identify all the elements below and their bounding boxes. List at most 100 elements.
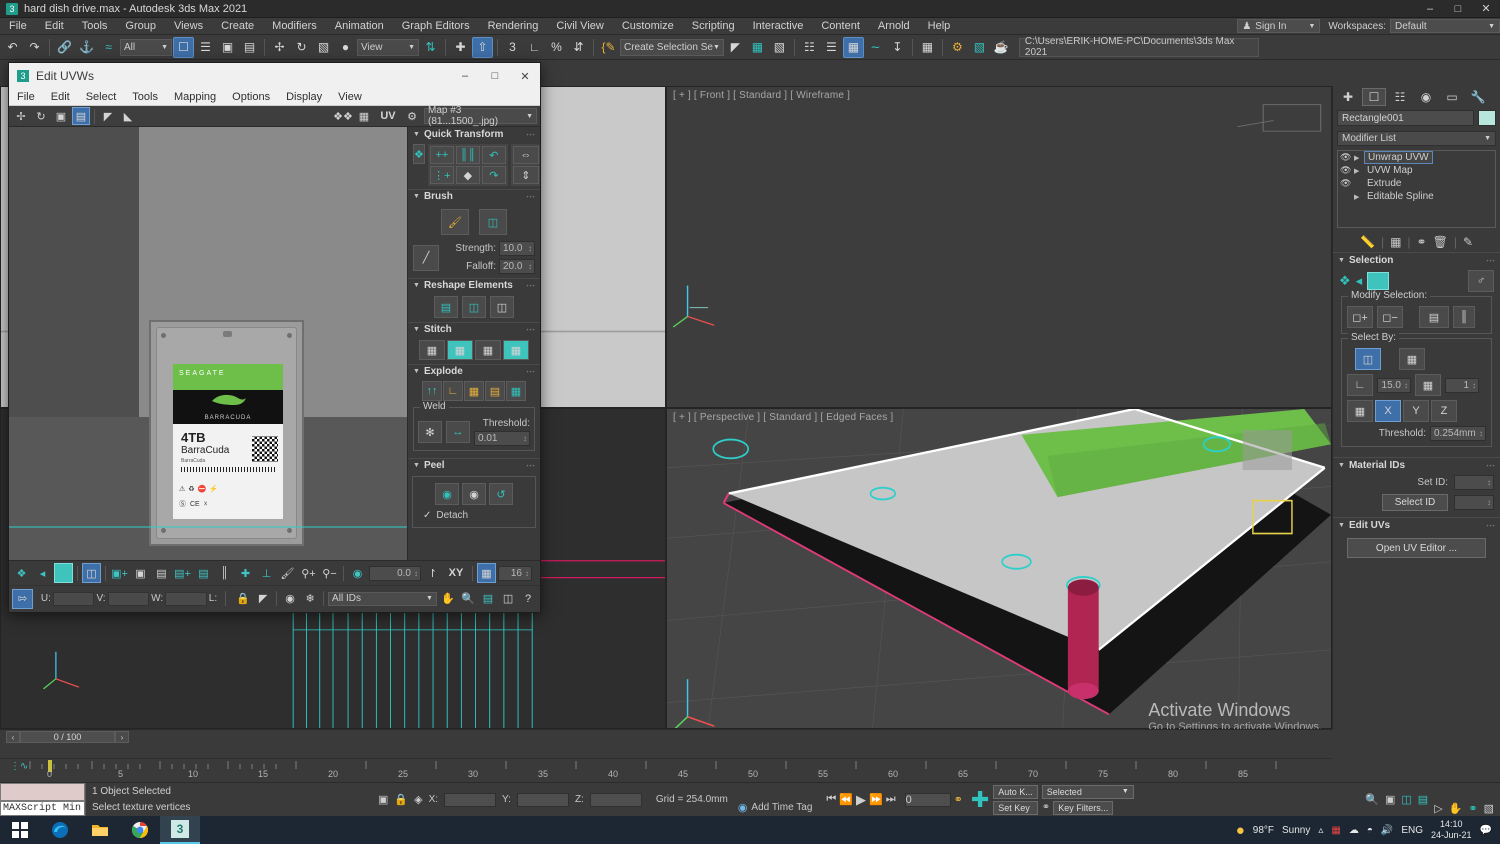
modifier-stack-item-uvw-map[interactable]: 👁 ▶ UVW Map xyxy=(1338,164,1495,177)
map-select[interactable]: Map #3 (81...1500_.jpg) ▼ xyxy=(424,105,537,127)
minimize-button[interactable]: – xyxy=(1416,0,1444,18)
absolute-mode-icon[interactable]: ◈ xyxy=(414,793,422,806)
menu-item-animation[interactable]: Animation xyxy=(326,18,393,35)
z-field[interactable] xyxy=(589,792,642,807)
grow-selection-icon[interactable]: ▣+ xyxy=(110,563,129,583)
align-bottom-icon[interactable]: ⊥ xyxy=(257,563,276,583)
menu-item-content[interactable]: Content xyxy=(812,18,869,35)
x-field[interactable] xyxy=(444,792,497,807)
object-color-swatch[interactable] xyxy=(1478,110,1496,126)
rotate-gizmo-icon[interactable]: ◉ xyxy=(348,563,367,583)
select-by-polygon-icon[interactable]: ▦ xyxy=(1399,348,1425,370)
go-to-end-icon[interactable]: ⏭ xyxy=(886,793,896,806)
display-tab[interactable]: ▭ xyxy=(1440,88,1464,106)
zoom-region-icon[interactable]: ▤ xyxy=(479,589,497,609)
scene-explorer-icon[interactable]: ☰ xyxy=(821,37,842,58)
horizontal-align-icon[interactable]: ✚ xyxy=(236,563,255,583)
maximize-viewport-icon[interactable]: ▧ xyxy=(1484,802,1494,815)
element-subobject-icon[interactable]: ◫ xyxy=(82,563,101,583)
paint-move-brush-icon[interactable]: 🖌 xyxy=(441,209,469,235)
face-subobject-icon[interactable] xyxy=(54,563,73,583)
select-id-field[interactable] xyxy=(1454,495,1494,510)
face-subobject-icon[interactable] xyxy=(1367,272,1390,290)
axis-x-button[interactable]: X xyxy=(1375,400,1401,422)
curve-editor-icon[interactable]: ∼ xyxy=(865,37,886,58)
rollup-selection-header[interactable]: ▼ Selection ⋯ xyxy=(1333,253,1500,267)
menu-item-customize[interactable]: Customize xyxy=(613,18,683,35)
u-field[interactable] xyxy=(52,591,95,606)
material-id-value[interactable]: 1 xyxy=(1445,377,1479,393)
select-and-scale-icon[interactable]: ▧ xyxy=(313,37,334,58)
pan-icon[interactable]: ✋ xyxy=(439,589,457,609)
weld-threshold-value[interactable]: 0.01 xyxy=(474,431,530,446)
dialog-minimize-button[interactable]: – xyxy=(450,63,480,89)
key-filter-select[interactable]: Selected ▼ xyxy=(1041,784,1134,799)
select-and-manipulate-icon[interactable]: ⇧ xyxy=(472,36,493,58)
uv-rollup-reshape-header[interactable]: ▼ Reshape Elements ⋯ xyxy=(408,278,540,292)
dialog-close-button[interactable]: ✕ xyxy=(510,63,540,89)
show-end-result-icon[interactable]: ▦ xyxy=(1390,235,1401,249)
map-options-icon[interactable]: ⚙ xyxy=(403,107,421,125)
select-by-name-icon[interactable]: ☰ xyxy=(195,37,216,58)
edge-subobject-icon[interactable]: ◂ xyxy=(33,563,52,583)
detach-checkbox[interactable]: ✓ xyxy=(423,510,431,521)
select-by-material-id-icon[interactable]: ▦ xyxy=(1415,374,1441,396)
track-bar[interactable]: ⋮∿ 0 5 10 15 20 25 30 35 40 45 50 55 60 … xyxy=(0,758,1332,782)
threshold-value[interactable]: 0.254mm xyxy=(1430,426,1486,441)
shrink-selection-icon[interactable]: ◻− xyxy=(1377,306,1403,328)
absolute-relative-toggle-icon[interactable]: ⇰ xyxy=(12,588,33,609)
uv-rollup-brush-header[interactable]: ▼ Brush ⋯ xyxy=(408,189,540,203)
brush-decrease-icon[interactable]: ⚲− xyxy=(320,563,339,583)
break-icon[interactable]: ↑↑ xyxy=(422,381,442,401)
help-icon[interactable]: ? xyxy=(519,589,537,609)
menu-item-civil-view[interactable]: Civil View xyxy=(547,18,612,35)
spinner-snap-icon[interactable]: ⇵ xyxy=(568,37,589,58)
menu-item-scripting[interactable]: Scripting xyxy=(683,18,744,35)
zoom-icon[interactable]: 🔍 xyxy=(459,589,477,609)
menu-item-arnold[interactable]: Arnold xyxy=(869,18,919,35)
prev-frame-button[interactable]: ‹ xyxy=(6,731,20,743)
axis-y-button[interactable]: Y xyxy=(1403,400,1429,422)
next-frame-icon[interactable]: ⏩ xyxy=(869,793,883,806)
menu-item-group[interactable]: Group xyxy=(116,18,165,35)
layer-explorer-icon[interactable]: ☷ xyxy=(799,37,820,58)
motion-tab[interactable]: ◉ xyxy=(1414,88,1438,106)
axis-z-button[interactable]: Z xyxy=(1431,400,1457,422)
open-uv-editor-button[interactable]: Open UV Editor ... xyxy=(1347,538,1486,558)
current-frame-display[interactable]: 0 / 100 xyxy=(20,731,115,743)
workspaces-select[interactable]: Default ▼ xyxy=(1390,19,1500,33)
make-unique-icon[interactable]: ⚭ xyxy=(1417,235,1427,249)
y-field[interactable] xyxy=(516,792,569,807)
material-editor-icon[interactable]: ▦ xyxy=(917,37,938,58)
next-frame-button[interactable]: › xyxy=(115,731,129,743)
expand-arrow-icon[interactable]: ▶ xyxy=(1354,154,1361,162)
arc-icon[interactable]: ↾ xyxy=(423,563,442,583)
rotate-icon[interactable]: ↻ xyxy=(32,107,50,125)
rotate-ccw-icon[interactable]: ↶ xyxy=(481,146,506,164)
configure-modifier-sets-icon[interactable]: ✎ xyxy=(1463,235,1473,249)
relax-element-icon[interactable]: ◫ xyxy=(462,296,486,318)
select-and-place-icon[interactable]: ● xyxy=(335,37,356,58)
break-by-element-icon[interactable]: ▦ xyxy=(464,381,484,401)
rectangular-select-icon[interactable]: ▣ xyxy=(217,37,238,58)
grow-selection-icon[interactable]: ◻+ xyxy=(1347,306,1373,328)
freeform-mode-icon[interactable]: ▤ xyxy=(72,107,90,125)
straighten-icon[interactable]: ▤ xyxy=(434,296,458,318)
set-id-field[interactable] xyxy=(1454,475,1494,490)
paint-select-icon[interactable]: 🖌 xyxy=(278,563,297,583)
falloff-value[interactable]: 20.0 xyxy=(499,259,535,274)
align-normals-icon[interactable]: ▧ xyxy=(769,37,790,58)
scale-icon[interactable]: ▣ xyxy=(52,107,70,125)
select-by-axis-icon[interactable]: ▦ xyxy=(1347,400,1373,422)
planar-angle-value[interactable]: 15.0 xyxy=(1377,377,1411,393)
link-icon[interactable]: 🔗 xyxy=(54,37,75,58)
eye-icon[interactable]: 👁 xyxy=(1340,165,1351,176)
edge-icon[interactable] xyxy=(40,816,80,844)
lock-selection-icon[interactable]: 🔒 xyxy=(234,589,252,609)
play-icon[interactable]: ▶ xyxy=(856,792,866,808)
start-icon[interactable] xyxy=(0,816,40,844)
viewport-perspective-label[interactable]: [ + ] [ Perspective ] [ Standard ] [ Edg… xyxy=(673,412,893,423)
stitch-source-icon[interactable]: ▦ xyxy=(419,340,445,360)
pelt-map-icon[interactable]: ◉ xyxy=(462,483,486,505)
v-field[interactable] xyxy=(107,591,150,606)
